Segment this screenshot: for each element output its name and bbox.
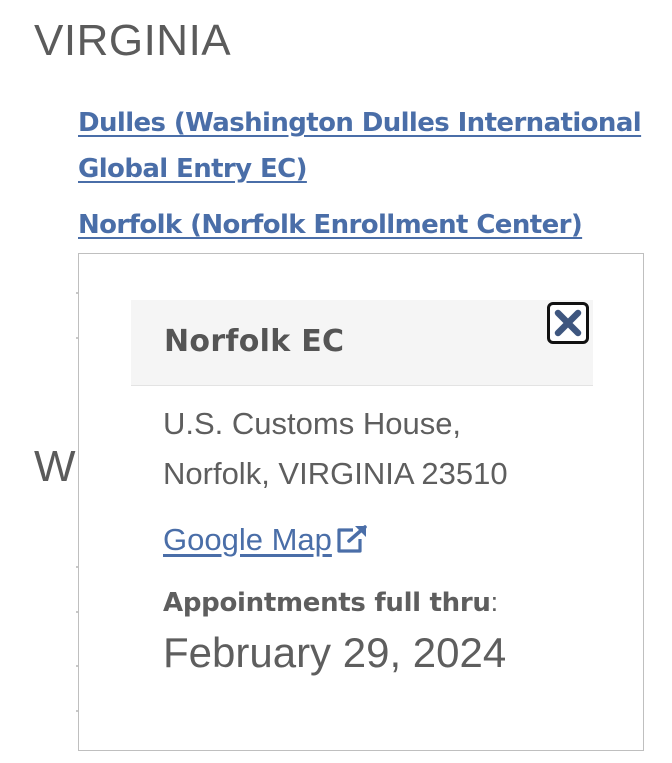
location-popup: Norfolk EC U.S. Customs House, Norfolk, …	[78, 253, 644, 751]
list-item: Dulles (Washington Dulles International …	[78, 100, 658, 192]
popup-address: U.S. Customs House, Norfolk, VIRGINIA 23…	[163, 399, 508, 499]
location-link-dulles[interactable]: Dulles (Washington Dulles International …	[78, 100, 658, 192]
location-link-norfolk[interactable]: Norfolk (Norfolk Enrollment Center)	[78, 202, 658, 248]
location-list: Dulles (Washington Dulles International …	[78, 100, 658, 248]
google-map-link[interactable]: Google Map	[163, 522, 368, 562]
close-button[interactable]	[547, 302, 589, 344]
appointments-colon: :	[490, 587, 499, 617]
close-x-icon	[553, 308, 583, 338]
popup-header: Norfolk EC	[131, 300, 593, 386]
address-line-1: U.S. Customs House,	[163, 406, 462, 441]
external-link-icon	[334, 524, 368, 562]
popup-title: Norfolk EC	[164, 324, 345, 359]
list-item: Norfolk (Norfolk Enrollment Center)	[78, 202, 658, 248]
google-map-link-label: Google Map	[163, 522, 332, 557]
appointments-date: February 29, 2024	[163, 629, 507, 676]
appointments-label: Appointments full thru	[163, 588, 491, 618]
state-heading: VIRGINIA	[34, 16, 232, 65]
address-line-2: Norfolk, VIRGINIA 23510	[163, 456, 508, 491]
appointments-label-row: Appointments full thru:	[163, 587, 498, 618]
page: VIRGINIA Dulles (Washington Dulles Inter…	[0, 0, 672, 763]
